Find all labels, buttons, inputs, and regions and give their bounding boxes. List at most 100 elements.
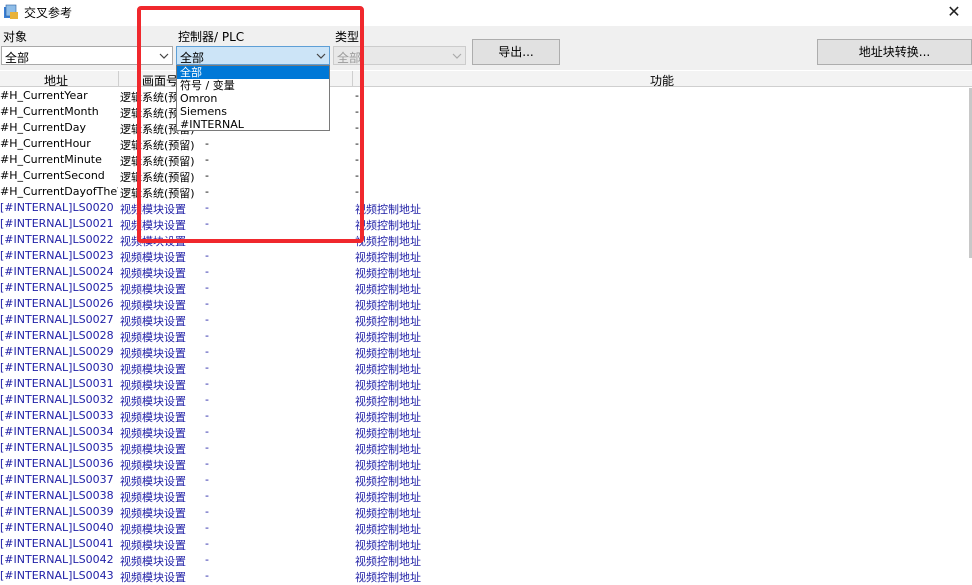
- address-cell: [#INTERNAL]LS0029: [0, 345, 114, 358]
- function-cell: 视频控制地址: [355, 235, 421, 248]
- controller-cell: -: [205, 217, 209, 230]
- object-filter-combo[interactable]: 全部: [1, 46, 173, 65]
- function-cell: 视频控制地址: [355, 267, 421, 280]
- table-row[interactable]: #H_CurrentYear 逻辑系统(预留) -: [0, 88, 972, 104]
- controller-cell: -: [205, 569, 209, 582]
- table-row[interactable]: #H_CurrentMinute 逻辑系统(预留) - -: [0, 152, 972, 168]
- table-row[interactable]: #H_CurrentMonth 逻辑系统(预留) -: [0, 104, 972, 120]
- screen-cell: 视频模块设置: [120, 443, 186, 456]
- window-title: 交叉参考: [24, 6, 73, 20]
- controller-cell: -: [205, 281, 209, 294]
- controller-cell: -: [205, 297, 209, 310]
- table-row[interactable]: [#INTERNAL]LS0020 视频模块设置 - 视频控制地址: [0, 200, 972, 216]
- address-cell: #H_CurrentMonth: [0, 105, 99, 118]
- address-cell: [#INTERNAL]LS0026: [0, 297, 114, 310]
- address-block-convert-button[interactable]: 地址块转换...: [817, 39, 972, 65]
- address-cell: [#INTERNAL]LS0024: [0, 265, 114, 278]
- dropdown-option[interactable]: 符号 / 变量: [177, 79, 329, 92]
- table-row[interactable]: [#INTERNAL]LS0025 视频模块设置 - 视频控制地址: [0, 280, 972, 296]
- controller-cell: -: [205, 457, 209, 470]
- screen-cell: 视频模块设置: [120, 555, 186, 568]
- dropdown-option[interactable]: Omron: [177, 92, 329, 105]
- table-row[interactable]: [#INTERNAL]LS0041 视频模块设置 - 视频控制地址: [0, 536, 972, 552]
- address-cell: [#INTERNAL]LS0023: [0, 249, 114, 262]
- close-icon[interactable]: ✕: [942, 2, 966, 22]
- table-row[interactable]: [#INTERNAL]LS0037 视频模块设置 - 视频控制地址: [0, 472, 972, 488]
- table-row[interactable]: #H_CurrentDay 逻辑系统(预留) -: [0, 120, 972, 136]
- controller-cell: -: [205, 473, 209, 486]
- screen-cell: 视频模块设置: [120, 491, 186, 504]
- screen-cell: 视频模块设置: [120, 411, 186, 424]
- table-row[interactable]: [#INTERNAL]LS0033 视频模块设置 - 视频控制地址: [0, 408, 972, 424]
- function-cell: -: [355, 121, 359, 134]
- table-row[interactable]: [#INTERNAL]LS0024 视频模块设置 - 视频控制地址: [0, 264, 972, 280]
- controller-cell: -: [205, 441, 209, 454]
- screen-cell: 视频模块设置: [120, 299, 186, 312]
- address-cell: [#INTERNAL]LS0038: [0, 489, 114, 502]
- table-row[interactable]: [#INTERNAL]LS0023 视频模块设置 - 视频控制地址: [0, 248, 972, 264]
- screen-cell: 视频模块设置: [120, 347, 186, 360]
- table-row[interactable]: [#INTERNAL]LS0031 视频模块设置 - 视频控制地址: [0, 376, 972, 392]
- table-row[interactable]: [#INTERNAL]LS0029 视频模块设置 - 视频控制地址: [0, 344, 972, 360]
- controller-cell: -: [205, 137, 209, 150]
- dropdown-option[interactable]: 全部: [177, 66, 329, 79]
- table-row[interactable]: [#INTERNAL]LS0021 视频模块设置 - 视频控制地址: [0, 216, 972, 232]
- table-row[interactable]: [#INTERNAL]LS0034 视频模块设置 - 视频控制地址: [0, 424, 972, 440]
- function-cell: -: [355, 105, 359, 118]
- function-cell: 视频控制地址: [355, 491, 421, 504]
- function-cell: 视频控制地址: [355, 459, 421, 472]
- function-cell: -: [355, 153, 359, 166]
- address-cell: [#INTERNAL]LS0041: [0, 537, 114, 550]
- dropdown-option[interactable]: #INTERNAL: [177, 118, 329, 131]
- export-button[interactable]: 导出...: [472, 39, 560, 65]
- table-row[interactable]: [#INTERNAL]LS0032 视频模块设置 - 视频控制地址: [0, 392, 972, 408]
- cross-reference-table: 地址 画面号 功能 #H_CurrentYear 逻辑系统(预留) - #H_Curr…: [0, 70, 972, 585]
- controller-cell: -: [205, 409, 209, 422]
- table-row[interactable]: [#INTERNAL]LS0030 视频模块设置 - 视频控制地址: [0, 360, 972, 376]
- screen-cell: 视频模块设置: [120, 219, 186, 232]
- table-row[interactable]: [#INTERNAL]LS0027 视频模块设置 - 视频控制地址: [0, 312, 972, 328]
- table-row[interactable]: [#INTERNAL]LS0026 视频模块设置 - 视频控制地址: [0, 296, 972, 312]
- column-header-address[interactable]: 地址: [44, 72, 68, 89]
- table-header: 地址 画面号 功能: [0, 71, 972, 89]
- table-row[interactable]: [#INTERNAL]LS0039 视频模块设置 - 视频控制地址: [0, 504, 972, 520]
- table-row[interactable]: [#INTERNAL]LS0038 视频模块设置 - 视频控制地址: [0, 488, 972, 504]
- table-row[interactable]: [#INTERNAL]LS0040 视频模块设置 - 视频控制地址: [0, 520, 972, 536]
- address-cell: [#INTERNAL]LS0039: [0, 505, 114, 518]
- table-row[interactable]: [#INTERNAL]LS0022 视频模块设置 视频控制地址: [0, 232, 972, 248]
- address-cell: #H_CurrentYear: [0, 89, 88, 102]
- table-body: #H_CurrentYear 逻辑系统(预留) - #H_CurrentMonth 逻辑…: [0, 88, 972, 584]
- controller-cell: -: [205, 185, 209, 198]
- address-cell: [#INTERNAL]LS0030: [0, 361, 114, 374]
- controller-filter-combo[interactable]: 全部: [176, 46, 330, 65]
- table-row[interactable]: [#INTERNAL]LS0028 视频模块设置 - 视频控制地址: [0, 328, 972, 344]
- screen-cell: 视频模块设置: [120, 331, 186, 344]
- controller-cell: -: [205, 329, 209, 342]
- address-cell: [#INTERNAL]LS0022: [0, 233, 114, 246]
- controller-cell: -: [205, 377, 209, 390]
- address-cell: [#INTERNAL]LS0034: [0, 425, 114, 438]
- function-cell: 视频控制地址: [355, 539, 421, 552]
- address-cell: [#INTERNAL]LS0040: [0, 521, 114, 534]
- type-filter-combo[interactable]: 全部: [333, 46, 466, 65]
- function-cell: -: [355, 137, 359, 150]
- table-row[interactable]: #H_CurrentSecond 逻辑系统(预留) - -: [0, 168, 972, 184]
- table-row[interactable]: #H_CurrentDayofTheW 逻辑系统(预留) - -: [0, 184, 972, 200]
- controller-cell: -: [205, 521, 209, 534]
- controller-cell: -: [205, 265, 209, 278]
- screen-cell: 视频模块设置: [120, 315, 186, 328]
- column-header-function[interactable]: 功能: [650, 72, 674, 89]
- table-row[interactable]: [#INTERNAL]LS0036 视频模块设置 - 视频控制地址: [0, 456, 972, 472]
- function-cell: 视频控制地址: [355, 523, 421, 536]
- dropdown-option[interactable]: Siemens: [177, 105, 329, 118]
- table-row[interactable]: [#INTERNAL]LS0043 视频模块设置 - 视频控制地址: [0, 568, 972, 584]
- column-header-screen[interactable]: 画面号: [142, 72, 178, 89]
- address-cell: [#INTERNAL]LS0033: [0, 409, 114, 422]
- function-cell: 视频控制地址: [355, 315, 421, 328]
- controller-cell: -: [205, 425, 209, 438]
- table-row[interactable]: [#INTERNAL]LS0035 视频模块设置 - 视频控制地址: [0, 440, 972, 456]
- table-row[interactable]: #H_CurrentHour 逻辑系统(预留) - -: [0, 136, 972, 152]
- function-cell: 视频控制地址: [355, 283, 421, 296]
- table-row[interactable]: [#INTERNAL]LS0042 视频模块设置 - 视频控制地址: [0, 552, 972, 568]
- controller-filter-label: 控制器/ PLC: [178, 30, 245, 44]
